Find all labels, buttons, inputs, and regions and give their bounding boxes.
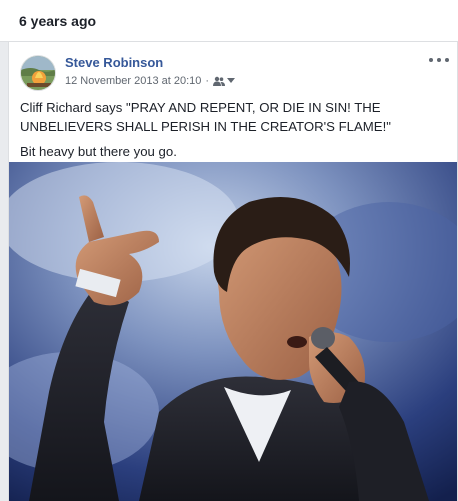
post-timestamp[interactable]: 12 November 2013 at 20:10	[65, 75, 201, 87]
post-options-button[interactable]	[429, 56, 449, 64]
avatar[interactable]	[20, 55, 56, 91]
meta-separator: ·	[205, 75, 210, 87]
post-text-line: Bit heavy but there you go.	[20, 144, 177, 159]
friends-icon[interactable]	[213, 76, 226, 86]
chevron-down-icon[interactable]	[227, 78, 236, 84]
post-text-line: Cliff Richard says "PRAY AND REPENT, OR …	[20, 100, 391, 134]
dot-icon	[437, 58, 441, 62]
singer-photo	[9, 162, 457, 501]
post-text: Cliff Richard says "PRAY AND REPENT, OR …	[20, 98, 450, 167]
dot-icon	[429, 58, 433, 62]
memory-header: 6 years ago	[0, 0, 458, 42]
author-name[interactable]: Steve Robinson	[65, 55, 163, 70]
dot-icon	[445, 58, 449, 62]
post-meta: 12 November 2013 at 20:10 ·	[65, 75, 236, 87]
avatar-image	[21, 56, 55, 90]
post-card: Steve Robinson 12 November 2013 at 20:10…	[8, 42, 458, 501]
post-photo[interactable]	[9, 162, 457, 501]
memory-title: 6 years ago	[19, 13, 97, 29]
